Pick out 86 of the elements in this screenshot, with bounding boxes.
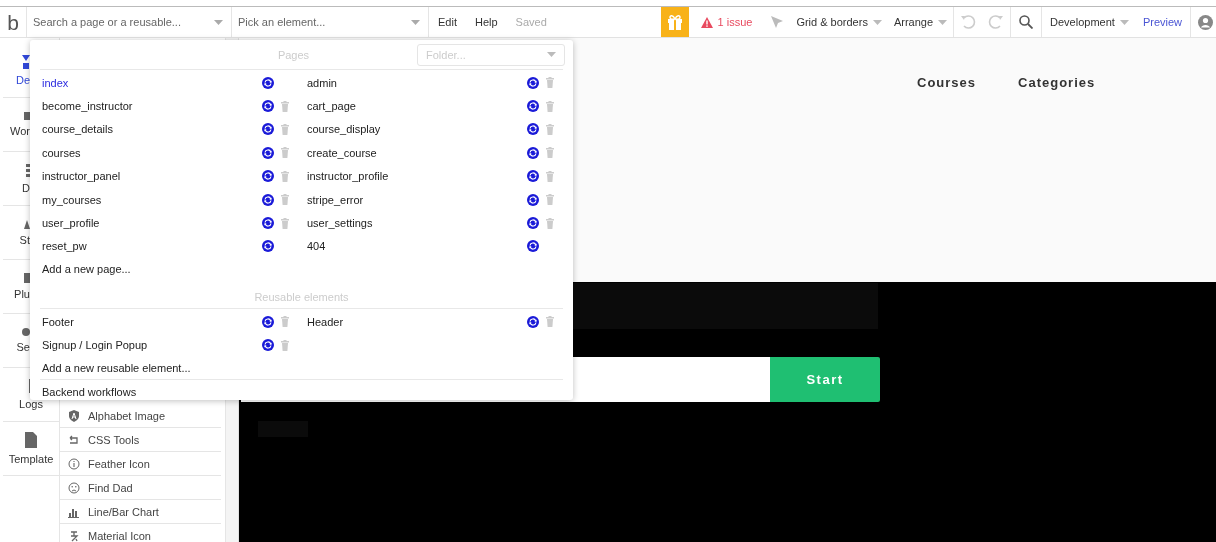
sync-icon[interactable] (527, 315, 539, 328)
sync-icon[interactable] (262, 170, 274, 183)
sync-icon[interactable] (527, 170, 539, 183)
save-status: Saved (514, 15, 548, 30)
gift-button[interactable] (660, 7, 689, 37)
sync-icon[interactable] (527, 123, 539, 136)
nav-link[interactable]: Courses (917, 75, 977, 90)
sync-icon[interactable] (527, 100, 539, 113)
page-list-item[interactable]: 404 (307, 234, 557, 259)
page-list-item[interactable]: become_instructor (42, 94, 292, 118)
page-list-item[interactable]: Header (307, 310, 557, 334)
page-search-field[interactable]: Search a page or a reusable... (33, 16, 183, 28)
sync-icon[interactable] (262, 339, 274, 352)
element-list-item[interactable]: CSS Tools (60, 428, 221, 452)
menu-item[interactable]: Help (465, 7, 507, 37)
element-list-item[interactable]: Line/Bar Chart (60, 500, 221, 524)
page-list-item[interactable]: course_display (307, 117, 557, 142)
page-list-item[interactable]: courses (42, 141, 292, 165)
page-list-item[interactable]: cart_page (307, 94, 557, 118)
tab-icon (22, 55, 30, 69)
element-picker-field[interactable]: Pick an element... (238, 16, 388, 28)
page-list-item[interactable]: Footer (42, 310, 292, 334)
sync-icon[interactable] (262, 100, 274, 113)
caret-icon (938, 19, 948, 25)
backend-workflows-link[interactable]: Backend workflows (40, 380, 563, 403)
issues-link[interactable]: 1 issue (688, 7, 765, 37)
search-icon[interactable] (1019, 15, 1034, 29)
element-list-item[interactable]: Feather Icon (60, 452, 221, 476)
sync-icon[interactable] (527, 76, 539, 89)
element-list-item[interactable]: Find Dad (60, 476, 221, 500)
sync-icon[interactable] (262, 76, 274, 89)
tab-icon (24, 219, 30, 229)
menu-item[interactable]: Edit (429, 7, 466, 37)
page-list-item[interactable]: my_courses (42, 187, 292, 212)
issues-count: 1 issue (717, 16, 753, 28)
version-menu[interactable]: Development (1041, 7, 1135, 37)
add-reusable-link[interactable]: Add a new reusable element... (40, 356, 563, 379)
tab-icon (22, 328, 30, 336)
page-list-item[interactable]: create_course (307, 141, 557, 165)
shield-icon (68, 409, 80, 422)
caret-icon (872, 19, 882, 25)
sync-icon[interactable] (262, 123, 274, 136)
page-list-item[interactable]: index (42, 71, 292, 95)
element-list-item[interactable]: Material Icon (60, 524, 221, 542)
page-list-item[interactable]: reset_pw (42, 234, 292, 259)
app-logo[interactable]: b (0, 7, 26, 37)
gift-icon (666, 14, 683, 30)
caret-icon (411, 19, 420, 25)
info-icon (68, 457, 80, 470)
sync-icon[interactable] (527, 193, 539, 206)
add-page-link[interactable]: Add a new page... (40, 258, 563, 281)
caret-icon (547, 52, 556, 57)
sync-icon[interactable] (262, 217, 274, 230)
nav-link[interactable]: Categories (1018, 75, 1096, 90)
smiley-icon (68, 481, 80, 494)
caret-icon (1119, 19, 1129, 25)
glyph-icon (68, 529, 80, 542)
document-icon (25, 432, 37, 448)
sync-icon[interactable] (527, 240, 539, 253)
warning-icon (700, 16, 713, 28)
avatar-icon[interactable] (1198, 14, 1213, 30)
page-list-item[interactable]: user_settings (307, 211, 557, 235)
arrange-menu[interactable]: Arrange (887, 7, 954, 37)
return-arrow-icon (68, 433, 80, 446)
page-list-item[interactable]: course_details (42, 117, 292, 142)
tab-icon (24, 112, 30, 120)
page-list-item[interactable]: Signup / Login Popup (42, 333, 292, 357)
sync-icon[interactable] (262, 240, 274, 253)
sync-icon[interactable] (262, 193, 274, 206)
sync-icon[interactable] (527, 146, 539, 159)
element-list-item[interactable]: Alphabet Image (60, 404, 221, 428)
page-list-item[interactable]: admin (307, 71, 557, 95)
sidebar-tab[interactable]: Template (3, 422, 59, 476)
page-list-item[interactable]: instructor_panel (42, 164, 292, 188)
preview-link[interactable]: Preview (1134, 7, 1190, 37)
page-list-item[interactable]: stripe_error (307, 187, 557, 212)
page-list-item[interactable]: user_profile (42, 211, 292, 235)
cursor-icon[interactable] (770, 15, 785, 29)
sync-icon[interactable] (262, 146, 274, 159)
caret-icon (214, 19, 223, 25)
page-list-item[interactable]: instructor_profile (307, 164, 557, 188)
grid-borders-menu[interactable]: Grid & borders (790, 7, 888, 37)
sync-icon[interactable] (527, 217, 539, 230)
tab-icon (26, 163, 30, 177)
sync-icon[interactable] (262, 315, 274, 328)
tab-icon (24, 273, 30, 283)
